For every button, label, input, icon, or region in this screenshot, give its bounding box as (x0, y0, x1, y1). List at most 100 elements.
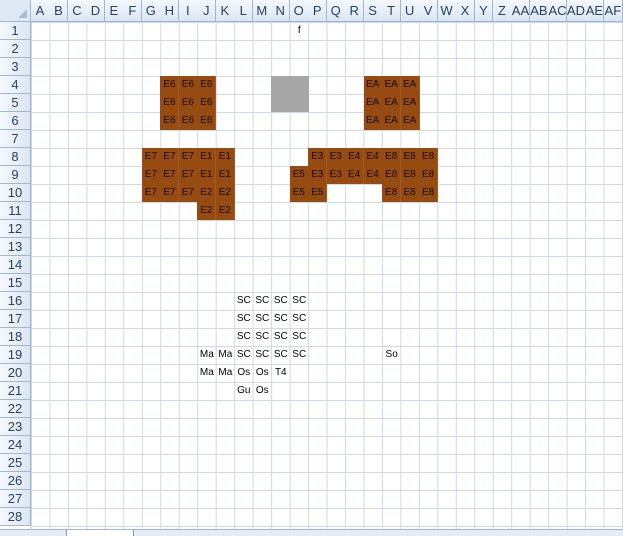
row-header-18[interactable]: 18 (0, 328, 31, 346)
row-header-12[interactable]: 12 (0, 220, 31, 238)
column-header-w[interactable]: W (437, 0, 457, 22)
cell-j6[interactable]: E6 (197, 112, 217, 130)
cell-grid[interactable]: f E6 E6 E6 EA EA EA E6 E6 E6 EA EA EA E6 E6 E6 EA EA EA E7 E… (31, 22, 623, 529)
cell-h10[interactable]: E7 (160, 184, 180, 202)
row-header-2[interactable]: 2 (0, 40, 31, 58)
cell-m18[interactable]: SC (253, 328, 272, 346)
column-header-d[interactable]: D (86, 0, 106, 22)
row-header-10[interactable]: 10 (0, 184, 31, 202)
row-header-8[interactable]: 8 (0, 148, 31, 166)
column-header-t[interactable]: T (382, 0, 402, 22)
column-header-p[interactable]: P (308, 0, 328, 22)
column-header-ac[interactable]: AC (548, 0, 568, 22)
cell-o1[interactable]: f (290, 22, 309, 40)
column-header-i[interactable]: I (178, 0, 198, 22)
row-header-23[interactable]: 23 (0, 418, 31, 436)
cell-g8[interactable]: E7 (141, 148, 161, 166)
cell-n20[interactable]: T4 (271, 364, 290, 382)
column-header-j[interactable]: J (197, 0, 217, 22)
cell-t9[interactable]: E8 (382, 166, 402, 184)
cell-k9[interactable]: E1 (215, 166, 235, 184)
cell-j19[interactable]: Ma (197, 346, 216, 364)
cell-i9[interactable]: E7 (178, 166, 198, 184)
cell-m20[interactable]: Os (253, 364, 272, 382)
row-header-4[interactable]: 4 (0, 76, 31, 94)
cell-i5[interactable]: E6 (178, 94, 198, 112)
column-header-e[interactable]: E (104, 0, 124, 22)
column-header-v[interactable]: V (419, 0, 439, 22)
cell-n16[interactable]: SC (271, 292, 290, 310)
row-header-19[interactable]: 19 (0, 346, 31, 364)
column-header-x[interactable]: X (456, 0, 475, 22)
cell-s9[interactable]: E4 (363, 166, 383, 184)
cell-n18[interactable]: SC (271, 328, 290, 346)
cell-v9[interactable]: E8 (419, 166, 439, 184)
row-header-15[interactable]: 15 (0, 274, 31, 292)
cell-o10[interactable]: E5 (289, 184, 309, 202)
row-header-13[interactable]: 13 (0, 238, 31, 256)
row-header-3[interactable]: 3 (0, 58, 31, 76)
cell-o19[interactable]: SC (290, 346, 309, 364)
cell-g9[interactable]: E7 (141, 166, 161, 184)
cell-n5[interactable] (271, 94, 291, 112)
cell-t10[interactable]: E8 (382, 184, 402, 202)
column-header-g[interactable]: G (141, 0, 161, 22)
insert-sheet-icon[interactable] (314, 530, 342, 536)
sheet-tab[interactable] (252, 530, 318, 536)
row-header-17[interactable]: 17 (0, 310, 31, 328)
cell-j4[interactable]: E6 (197, 76, 217, 94)
cell-j8[interactable]: E1 (197, 148, 217, 166)
row-header-7[interactable]: 7 (0, 130, 31, 148)
row-header-6[interactable]: 6 (0, 112, 31, 130)
cell-k8[interactable]: E1 (215, 148, 235, 166)
row-header-25[interactable]: 25 (0, 454, 31, 472)
cell-s8[interactable]: E4 (363, 148, 383, 166)
cell-h8[interactable]: E7 (160, 148, 180, 166)
column-header-z[interactable]: Z (493, 0, 512, 22)
cell-h4[interactable]: E6 (160, 76, 180, 94)
cell-j9[interactable]: E1 (197, 166, 217, 184)
row-header-21[interactable]: 21 (0, 382, 31, 400)
cell-j10[interactable]: E2 (197, 184, 217, 202)
row-header-9[interactable]: 9 (0, 166, 31, 184)
cell-s5[interactable]: EA (363, 94, 383, 112)
cell-m16[interactable]: SC (253, 292, 272, 310)
cell-m21[interactable]: Os (253, 382, 272, 400)
cell-m19[interactable]: SC (253, 346, 272, 364)
cell-o17[interactable]: SC (290, 310, 309, 328)
cell-j20[interactable]: Ma (197, 364, 216, 382)
column-header-o[interactable]: O (289, 0, 309, 22)
column-header-c[interactable]: C (67, 0, 87, 22)
cell-p8[interactable]: E3 (308, 148, 328, 166)
cell-s6[interactable]: EA (363, 112, 383, 130)
cell-r8[interactable]: E4 (345, 148, 365, 166)
cell-k20[interactable]: Ma (216, 364, 235, 382)
row-header-24[interactable]: 24 (0, 436, 31, 454)
cell-o16[interactable]: SC (290, 292, 309, 310)
column-header-af[interactable]: AF (603, 0, 623, 22)
cell-q9[interactable]: E3 (326, 166, 346, 184)
cell-t8[interactable]: E8 (382, 148, 402, 166)
cell-l21[interactable]: Gu (234, 382, 253, 400)
cell-j5[interactable]: E6 (197, 94, 217, 112)
sheet-tab[interactable] (128, 530, 194, 536)
cell-t4[interactable]: EA (382, 76, 402, 94)
cell-r9[interactable]: E4 (345, 166, 365, 184)
row-header-22[interactable]: 22 (0, 400, 31, 418)
cell-u5[interactable]: EA (400, 94, 420, 112)
column-header-ab[interactable]: AB (529, 0, 549, 22)
cell-q8[interactable]: E3 (326, 148, 346, 166)
row-header-14[interactable]: 14 (0, 256, 31, 274)
sheet-tab[interactable] (190, 530, 256, 536)
cell-i4[interactable]: E6 (178, 76, 198, 94)
column-header-k[interactable]: K (215, 0, 235, 22)
row-header-27[interactable]: 27 (0, 490, 31, 508)
column-header-ae[interactable]: AE (585, 0, 605, 22)
select-all-corner[interactable] (0, 0, 31, 22)
cell-l20[interactable]: Os (234, 364, 253, 382)
cell-k11[interactable]: E2 (215, 202, 235, 220)
cell-k19[interactable]: Ma (216, 346, 235, 364)
cell-i8[interactable]: E7 (178, 148, 198, 166)
cell-i6[interactable]: E6 (178, 112, 198, 130)
row-header-11[interactable]: 11 (0, 202, 31, 220)
